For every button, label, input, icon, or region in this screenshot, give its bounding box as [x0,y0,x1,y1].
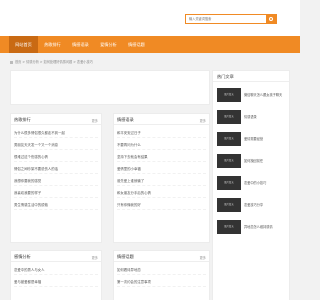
breadcrumb-text: 首页 > 情感分析 > 如何处理好情感问题 > 恋爱小技巧 [15,60,93,64]
nav-analysis[interactable]: 爱情分析 [96,36,121,53]
sidebar-article-title: 如何挽回前任 [244,159,264,163]
more-link[interactable]: 更多 [92,255,98,260]
list-item[interactable]: 第一次约会的注意事项 [117,277,206,287]
thumbnail-image: 图片暂无 [217,88,241,102]
list-item[interactable]: 如何看待异地恋 [117,265,206,275]
search-icon [269,16,273,21]
sidebar-title: 热门文章 [217,74,234,79]
nav-quotes[interactable]: 情感语录 [68,36,93,53]
thumbnail-image: 图片暂无 [217,154,241,168]
sidebar-article-title: 恋爱技巧分享 [244,203,264,207]
more-link[interactable]: 更多 [92,118,98,123]
sidebar-article-title: 爱情需要经营 [244,137,264,141]
list-item[interactable]: 爱情里的小幸福 [117,164,206,174]
header [0,0,300,36]
list-item[interactable]: 只有你懂我的好 [117,200,206,210]
section-title: 情感话题 [117,254,134,259]
section-title: 情感语录 [117,117,134,122]
list-item[interactable]: 我想你要我的感觉 [14,176,98,186]
section-header: 热歌排行 更多 [11,114,101,125]
thumbnail-image: 图片暂无 [217,132,241,146]
list-item[interactable]: 男朋友天天发一个又一个消息 [14,140,98,150]
list-item[interactable]: 为什么很多情侣很久都走不到一起 [14,128,98,138]
sidebar-article-title: 情感语录 [244,115,257,119]
list-item[interactable]: 恋爱中的男人与女人 [14,265,98,275]
list-item[interactable]: 我喜欢我要的样子 [14,188,98,198]
list-item[interactable]: 和平安安过日子 [117,128,206,138]
search-button[interactable] [266,15,276,23]
list-item[interactable]: 不要再问为什么 [117,140,206,150]
list-item[interactable]: 和女朋友分手后的心情 [117,188,206,198]
section-title: 热歌排行 [14,117,31,122]
banner-area [10,70,210,105]
list-item[interactable]: 情侣之间吵架不要说伤人的话 [14,164,98,174]
list-item[interactable]: 坚持下去就会有结果 [117,152,206,162]
list-item[interactable]: 男生情感生活中的烦恼 [14,200,98,210]
sidebar-article-title: 恋爱中的小技巧 [244,181,267,185]
sidebar-hot-articles: 热门文章 图片暂无 微信聊天怎么跟女孩子聊天 图片暂无 情感语录 图片暂无 爱情… [212,70,290,300]
section-quotes: 情感语录 更多 和平安安过日子 不要再问为什么 坚持下去就会有结果 爱情里的小幸… [113,113,210,243]
section-title: 感情分析 [14,254,31,259]
more-link[interactable]: 更多 [200,255,206,260]
sidebar-article-title: 微信聊天怎么跟女孩子聊天 [244,93,283,97]
list-item[interactable]: 爱与被爱都是幸福 [14,277,98,287]
thumbnail-image: 图片暂无 [217,220,241,234]
home-icon [10,60,13,64]
search-box [185,14,277,24]
thumbnail-image: 图片暂无 [217,176,241,190]
nav-topics[interactable]: 情感话题 [124,36,149,53]
sidebar-article-title: 异地恋怎么维持感情 [244,225,273,229]
list-item[interactable]: 很难过这个伤感的心情 [14,152,98,162]
section-analysis: 感情分析 更多 恋爱中的男人与女人 爱与被爱都是幸福 [10,250,102,300]
nav-home[interactable]: 网站首页 [9,36,38,53]
section-header: 感情分析 更多 [11,251,101,262]
list-item[interactable]: 谁先爱上谁就输了 [117,176,206,186]
breadcrumb: 首页 > 情感分析 > 如何处理好情感问题 > 恋爱小技巧 [10,58,290,67]
search-input[interactable] [186,15,266,23]
more-link[interactable]: 更多 [200,118,206,123]
thumbnail-image: 图片暂无 [217,198,241,212]
section-hot: 热歌排行 更多 为什么很多情侣很久都走不到一起 男朋友天天发一个又一个消息 很难… [10,113,102,243]
thumbnail-image: 图片暂无 [217,110,241,124]
section-header: 情感话题 更多 [114,251,209,262]
nav-hot-songs[interactable]: 热歌排行 [40,36,65,53]
sidebar-header: 热门文章 [213,71,289,82]
main-nav: 网站首页 热歌排行 情感语录 爱情分析 情感话题 [0,36,300,53]
section-topics: 情感话题 更多 如何看待异地恋 第一次约会的注意事项 [113,250,210,300]
section-header: 情感语录 更多 [114,114,209,125]
